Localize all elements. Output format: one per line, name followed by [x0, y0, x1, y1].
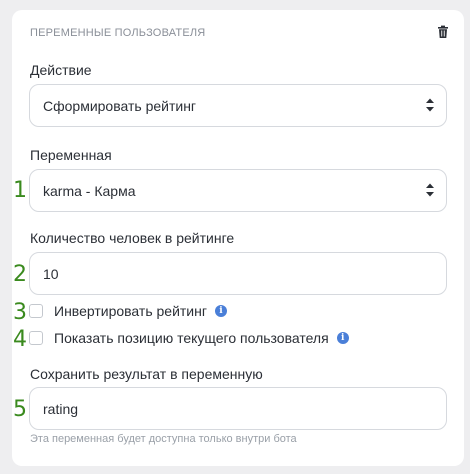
save-result-hint: Эта переменная будет доступна только вну…: [30, 433, 297, 445]
invert-row: Инвертировать рейтинг i: [29, 303, 227, 319]
count-input-value: 10: [43, 265, 59, 282]
info-icon[interactable]: i: [214, 305, 227, 317]
count-label: Количество человек в рейтинге: [30, 230, 235, 246]
save-result-input-value: rating: [43, 400, 79, 417]
variable-select-value: karma - Карма: [43, 182, 136, 199]
show-position-checkbox[interactable]: [29, 331, 43, 345]
save-result-label: Сохранить результат в переменную: [30, 366, 263, 382]
count-input[interactable]: 10: [29, 252, 447, 295]
show-position-row: Показать позицию текущего пользователя i: [29, 330, 349, 346]
variable-label: Переменная: [30, 147, 112, 163]
action-select-value: Сформировать рейтинг: [43, 97, 197, 114]
annotation-number-1: 1: [13, 178, 27, 203]
info-icon[interactable]: i: [336, 332, 349, 344]
select-arrows-icon: [426, 98, 434, 112]
invert-label: Инвертировать рейтинг: [54, 303, 207, 319]
trash-icon[interactable]: [436, 25, 450, 39]
variable-select[interactable]: karma - Карма: [29, 169, 447, 212]
invert-checkbox[interactable]: [29, 304, 43, 318]
annotation-number-5: 5: [13, 397, 27, 422]
annotation-number-4: 4: [13, 327, 27, 352]
annotation-number-3: 3: [13, 300, 27, 325]
show-position-label: Показать позицию текущего пользователя: [54, 330, 329, 346]
section-title: ПЕРЕМЕННЫЕ ПОЛЬЗОВАТЕЛЯ: [30, 27, 206, 39]
save-result-input[interactable]: rating: [29, 387, 447, 430]
action-label: Действие: [30, 62, 92, 78]
action-select[interactable]: Сформировать рейтинг: [29, 84, 447, 127]
select-arrows-icon: [426, 183, 434, 197]
annotation-number-2: 2: [13, 262, 27, 287]
